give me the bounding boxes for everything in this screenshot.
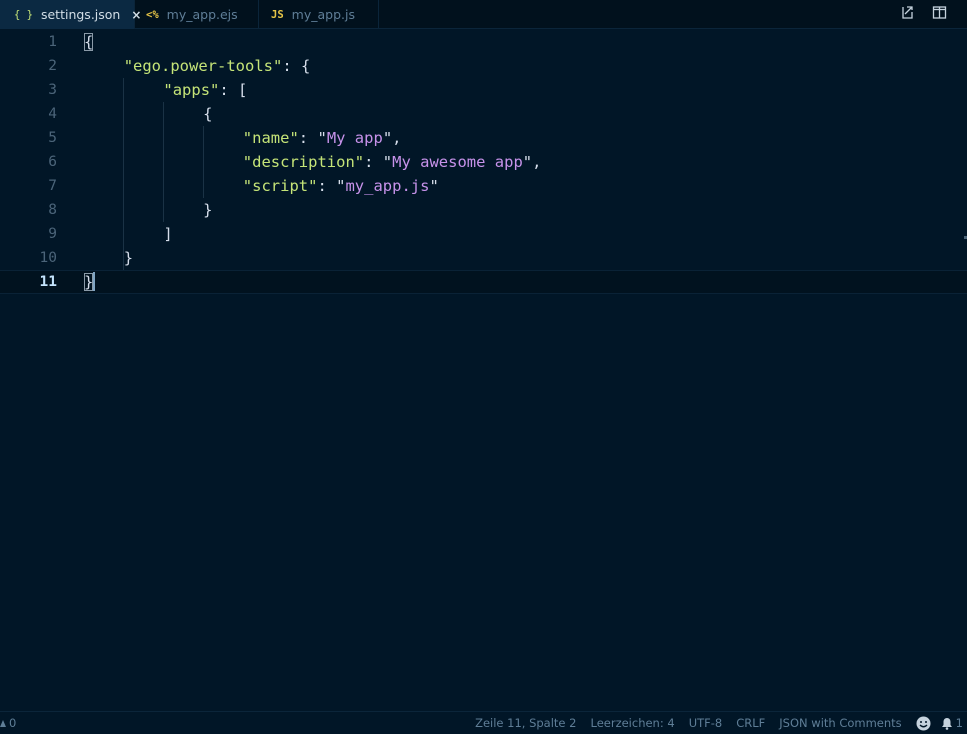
code-text: {	[84, 30, 94, 54]
code-line[interactable]: 9]	[0, 222, 967, 246]
tab-label: settings.json	[40, 7, 121, 22]
end-of-line[interactable]: CRLF	[736, 716, 765, 730]
code-token: "ego.power-tools"	[123, 57, 283, 75]
code-token: :	[364, 153, 383, 171]
code-text: "apps": [	[163, 78, 247, 102]
code-text: {	[203, 102, 212, 126]
tab-my-app-ejs[interactable]: <% my_app.ejs	[135, 0, 259, 29]
javascript-file-icon: JS	[271, 8, 284, 21]
code-token: "name"	[242, 129, 299, 147]
notifications-count: 1	[955, 716, 963, 730]
line-number: 11	[39, 274, 57, 290]
code-token: "	[382, 153, 393, 171]
line-number: 4	[48, 106, 57, 122]
code-text: ]	[163, 222, 172, 246]
feedback-smiley-icon[interactable]	[916, 716, 931, 731]
code-text: "name": "My app",	[243, 126, 402, 150]
code-text: }	[84, 271, 94, 293]
tab-label: my_app.ejs	[166, 7, 238, 22]
code-token: "script"	[242, 177, 318, 195]
code-token: ",	[382, 129, 402, 147]
file-encoding[interactable]: UTF-8	[689, 716, 723, 730]
code-line[interactable]: 8}	[0, 198, 967, 222]
notifications-bell-icon[interactable]: 1	[941, 716, 963, 730]
line-number: 7	[48, 178, 57, 194]
code-token: :	[317, 177, 337, 195]
code-line[interactable]: 6 "description": "My awesome app",	[0, 150, 967, 174]
cursor-position[interactable]: Zeile 11, Spalte 2	[475, 716, 576, 730]
line-number: 6	[48, 154, 57, 170]
line-number: 2	[48, 58, 57, 74]
code-token: "	[429, 177, 439, 195]
code-line[interactable]: 7 "script": "my_app.js"	[0, 174, 967, 198]
code-text: "description": "My awesome app",	[243, 150, 542, 174]
status-bar-right: Zeile 11, Spalte 2 Leerzeichen: 4 UTF-8 …	[461, 712, 963, 734]
code-text: "script": "my_app.js"	[243, 174, 439, 198]
problems-count: 0	[9, 716, 17, 730]
code-text: }	[124, 246, 133, 270]
code-text: }	[203, 198, 212, 222]
status-bar: 0 Zeile 11, Spalte 2 Leerzeichen: 4 UTF-…	[0, 711, 967, 734]
code-token: My awesome app	[392, 153, 523, 171]
tab-my-app-js[interactable]: JS my_app.js	[259, 0, 379, 29]
code-line[interactable]: 5 "name": "My app",	[0, 126, 967, 150]
code-token: }	[203, 201, 213, 219]
code-token: : [	[219, 81, 248, 99]
editor-window: { } settings.json × <% my_app.ejs JS my_…	[0, 0, 967, 734]
code-token: "description"	[242, 153, 365, 171]
text-cursor	[93, 272, 95, 291]
code-line[interactable]: 11}	[0, 270, 967, 294]
line-number: 3	[48, 82, 57, 98]
code-token: "	[317, 129, 327, 147]
split-editor-icon[interactable]	[932, 5, 947, 20]
tab-settings-json[interactable]: { } settings.json ×	[0, 0, 141, 29]
code-token: : {	[282, 57, 311, 75]
code-token: "apps"	[163, 81, 220, 99]
code-token: :	[298, 129, 318, 147]
line-number: 5	[48, 130, 57, 146]
ejs-file-icon: <%	[146, 8, 159, 21]
code-line[interactable]: 2 "ego.power-tools": {	[0, 54, 967, 78]
code-text: "ego.power-tools": {	[124, 54, 311, 78]
warning-icon	[0, 720, 6, 727]
code-token: {	[84, 33, 94, 51]
line-number: 10	[39, 250, 57, 266]
indentation-setting[interactable]: Leerzeichen: 4	[590, 716, 674, 730]
json-braces-icon: { }	[14, 8, 33, 21]
code-token: }	[123, 249, 134, 267]
line-number: 1	[48, 34, 57, 50]
code-token: My app	[326, 129, 383, 147]
code-token: my_app.js	[345, 177, 430, 195]
language-mode[interactable]: JSON with Comments	[779, 716, 901, 730]
tab-label: my_app.js	[291, 7, 355, 22]
editor-actions	[900, 5, 947, 20]
code-editor[interactable]: 1{2 "ego.power-tools": {3 "apps": [4{5 "nam…	[0, 30, 967, 710]
code-token: ]	[163, 225, 173, 243]
code-token: ",	[522, 153, 542, 171]
line-number: 9	[48, 226, 57, 242]
open-changes-icon[interactable]	[900, 5, 915, 20]
code-token: {	[203, 105, 213, 123]
problems-indicator[interactable]: 0	[0, 712, 16, 734]
code-line[interactable]: 4{	[0, 102, 967, 126]
code-line[interactable]: 1{	[0, 30, 967, 54]
code-line[interactable]: 3 "apps": [	[0, 78, 967, 102]
code-token: }	[84, 273, 94, 291]
tab-bar: { } settings.json × <% my_app.ejs JS my_…	[0, 0, 967, 29]
code-line[interactable]: 10}	[0, 246, 967, 270]
line-number: 8	[48, 202, 57, 218]
